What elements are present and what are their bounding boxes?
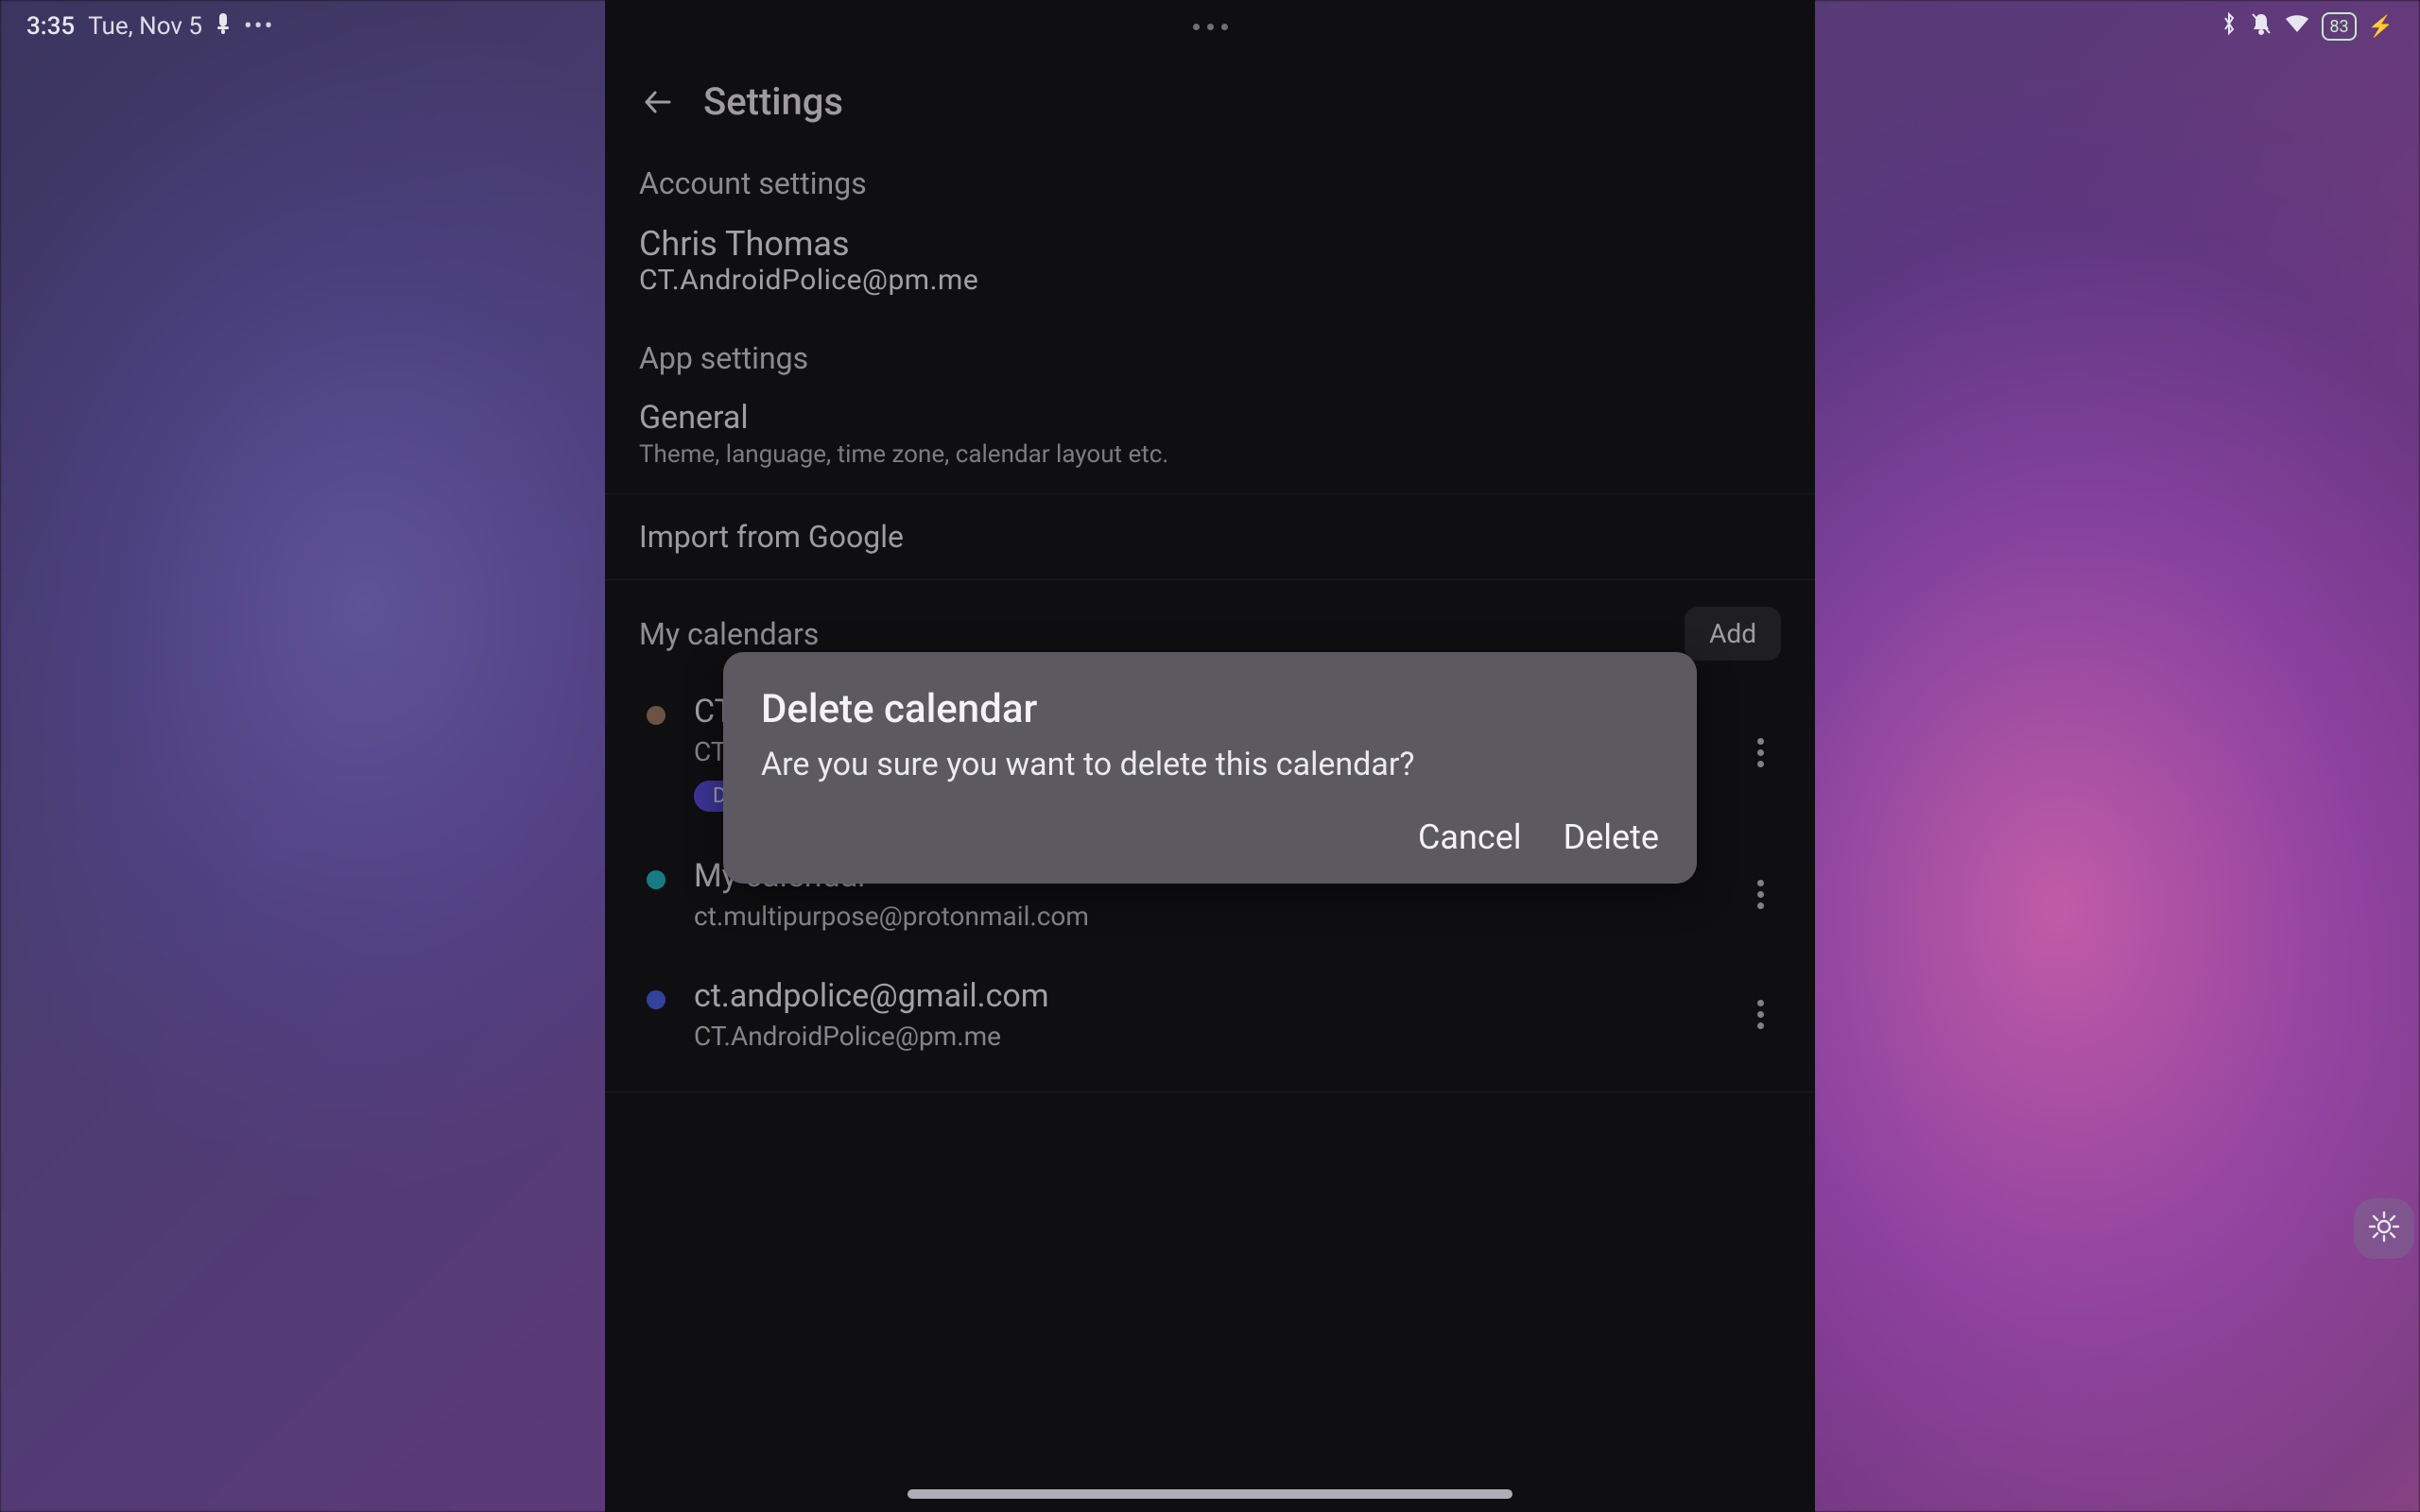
notification-indicator-icon — [216, 12, 231, 41]
status-time: 3:35 — [26, 12, 75, 41]
brightness-widget[interactable] — [2354, 1198, 2414, 1259]
status-date: Tue, Nov 5 — [88, 12, 202, 41]
wifi-icon — [2284, 12, 2310, 41]
charging-icon: ⚡ — [2368, 15, 2394, 39]
delete-label: Delete — [1564, 817, 1659, 857]
navigation-handle[interactable] — [908, 1489, 1512, 1499]
more-notifications-icon: ••• — [244, 12, 274, 41]
cancel-button[interactable]: Cancel — [1418, 817, 1522, 857]
bluetooth-icon — [2220, 11, 2238, 43]
delete-calendar-dialog: Delete calendar Are you sure you want to… — [723, 652, 1697, 884]
brightness-icon — [2368, 1211, 2400, 1246]
cancel-label: Cancel — [1418, 817, 1522, 857]
status-bar: 3:35 Tue, Nov 5 ••• — [0, 0, 2420, 53]
delete-button[interactable]: Delete — [1564, 817, 1659, 857]
dnd-mute-icon — [2250, 11, 2273, 43]
dialog-title: Delete calendar — [761, 686, 1659, 732]
battery-indicator: 83 — [2322, 12, 2356, 41]
settings-app: Settings Account settings Chris Thomas C… — [605, 0, 1815, 1512]
battery-percent: 83 — [2329, 17, 2348, 37]
dialog-message: Are you sure you want to delete this cal… — [761, 746, 1659, 783]
